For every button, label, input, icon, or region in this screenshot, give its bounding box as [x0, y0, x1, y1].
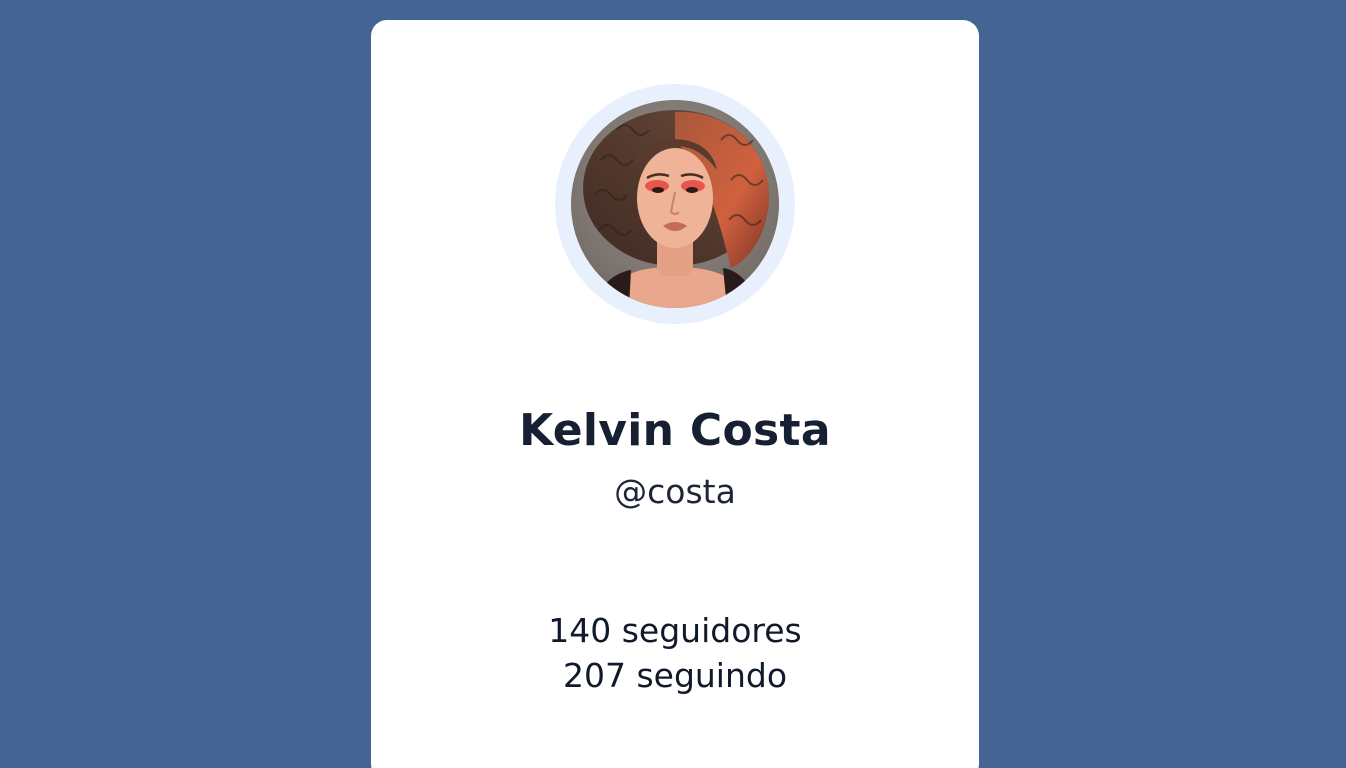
profile-name: Kelvin Costa	[519, 405, 831, 456]
profile-card: Kelvin Costa @costa 140 seguidores 207 s…	[371, 20, 979, 768]
avatar-ring	[555, 84, 795, 324]
profile-handle: @costa	[614, 472, 736, 511]
following-count: 207 seguindo	[562, 656, 788, 695]
avatar-photo-icon	[571, 100, 779, 308]
avatar	[571, 100, 779, 308]
followers-count: 140 seguidores	[548, 611, 802, 650]
profile-stats: 140 seguidores 207 seguindo	[371, 608, 979, 698]
page: Kelvin Costa @costa 140 seguidores 207 s…	[0, 0, 1346, 768]
